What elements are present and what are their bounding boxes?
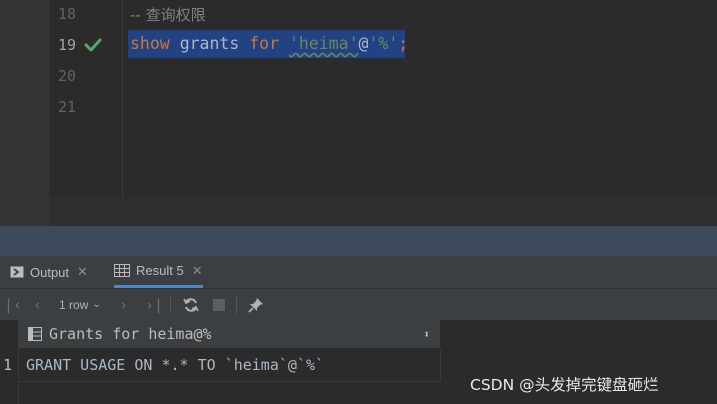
sql-statement[interactable]: show grants for 'heima'@'%'; xyxy=(130,34,408,53)
sql-editor[interactable]: 18 19 20 21 -- 查询权限 show grants for 'hei… xyxy=(0,0,717,226)
string-host: '%' xyxy=(368,34,399,53)
next-page-icon[interactable]: › xyxy=(119,289,128,320)
refresh-icon[interactable] xyxy=(183,289,199,320)
keyword-for: for xyxy=(249,34,280,53)
cell-value: GRANT USAGE ON *.* TO `heima`@`%` xyxy=(26,356,325,374)
at-sign: @ xyxy=(358,34,369,53)
stop-icon[interactable] xyxy=(213,289,225,320)
editor-bottom-area xyxy=(50,198,717,226)
toolbar-divider xyxy=(170,296,171,314)
sort-icon[interactable]: ⬍ xyxy=(423,328,430,341)
table-icon xyxy=(114,264,130,277)
identifier-grants: grants xyxy=(179,34,240,53)
line-number: 18 xyxy=(57,5,76,23)
watermark: CSDN @头发掉完键盘砸烂 xyxy=(470,376,659,394)
column-icon xyxy=(28,327,42,341)
results-toolbar: |‹ ‹ 1 row ⌄ › ›| xyxy=(0,289,717,321)
rows-label: 1 row xyxy=(59,297,89,312)
tab-output[interactable]: Output ✕ xyxy=(10,256,88,288)
editor-gutter xyxy=(0,0,50,226)
toolbar-divider xyxy=(236,296,237,314)
panel-divider[interactable] xyxy=(0,226,717,256)
first-page-icon[interactable]: |‹ xyxy=(4,289,22,320)
close-icon[interactable]: ✕ xyxy=(77,264,88,280)
tab-label: Output xyxy=(30,264,70,280)
executed-check-icon xyxy=(84,36,102,54)
chevron-down-icon: ⌄ xyxy=(92,299,101,310)
column-title: Grants for heima@% xyxy=(49,325,212,343)
pin-icon[interactable] xyxy=(248,289,264,320)
rows-dropdown[interactable]: 1 row ⌄ xyxy=(59,289,101,320)
prev-page-icon[interactable]: ‹ xyxy=(33,289,42,320)
line-number: 21 xyxy=(57,98,76,116)
close-icon[interactable]: ✕ xyxy=(192,263,203,279)
console-icon xyxy=(10,266,24,278)
sql-comment: -- 查询权限 xyxy=(130,6,206,24)
line-number: 20 xyxy=(57,67,76,85)
last-page-icon[interactable]: ›| xyxy=(145,289,163,320)
tab-result-5[interactable]: Result 5 ✕ xyxy=(114,256,203,288)
keyword-show: show xyxy=(130,34,170,53)
semicolon: ; xyxy=(398,34,409,53)
string-user: 'heima' xyxy=(288,34,359,53)
row-number: 1 xyxy=(3,356,13,374)
results-tab-bar: Output ✕ Result 5 ✕ xyxy=(0,256,717,289)
table-cell[interactable]: GRANT USAGE ON *.* TO `heima`@`%` xyxy=(19,349,441,382)
tab-label: Result 5 xyxy=(136,263,184,278)
line-number: 19 xyxy=(57,36,76,54)
column-header[interactable]: Grants for heima@% ⬍ xyxy=(19,320,440,349)
